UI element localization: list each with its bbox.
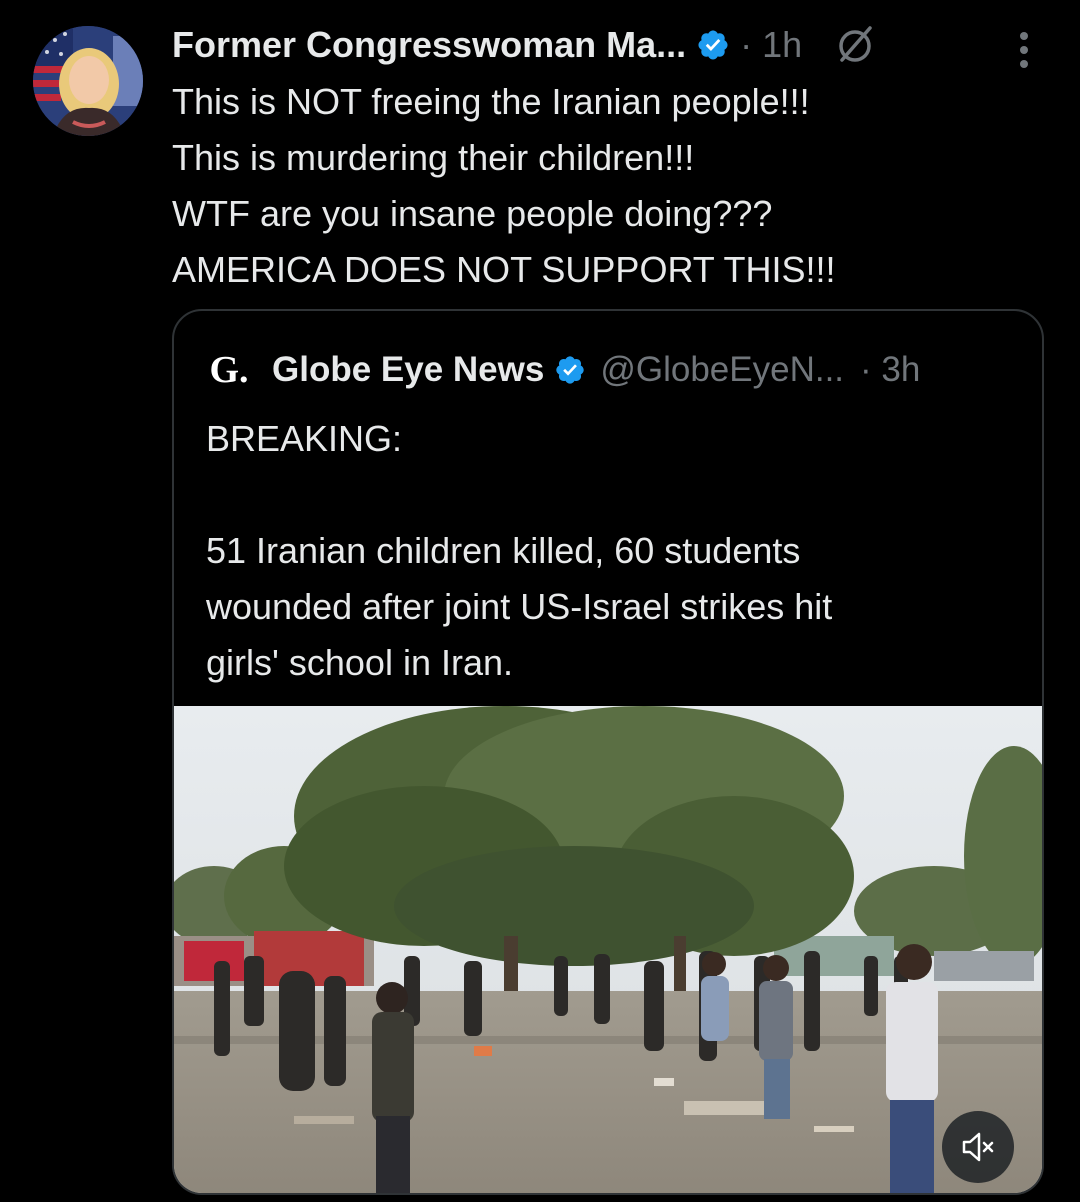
quoted-post-header: G. Globe Eye News @GlobeEyeN... · 3h	[206, 345, 1014, 395]
post-text-line: WTF are you insane people doing???	[172, 193, 773, 234]
quoted-avatar[interactable]: G.	[206, 347, 252, 393]
mute-button[interactable]	[942, 1111, 1014, 1183]
post-header: Former Congresswoman Ma... · 1h	[172, 20, 1040, 70]
display-name[interactable]: Former Congresswoman Ma...	[172, 24, 686, 66]
quoted-text-line: 51 Iranian children killed, 60 students	[206, 530, 801, 571]
quoted-text-line: girls' school in Iran.	[206, 642, 514, 683]
volume-muted-icon	[962, 1132, 994, 1162]
quoted-post[interactable]: G. Globe Eye News @GlobeEyeN... · 3h BRE…	[172, 309, 1044, 1195]
quoted-text: BREAKING: 51 Iranian children killed, 60…	[206, 411, 1026, 691]
post-text: This is NOT freeing the Iranian people!!…	[172, 74, 1032, 298]
quoted-handle[interactable]: @GlobeEyeN...	[600, 350, 844, 390]
quoted-text-line	[206, 467, 1026, 523]
avatar[interactable]	[33, 26, 143, 136]
grok-icon[interactable]	[834, 22, 880, 68]
quoted-display-name[interactable]: Globe Eye News	[272, 350, 544, 390]
post-time[interactable]: · 1h	[740, 24, 802, 66]
video-frame	[174, 706, 1042, 1193]
verified-badge-icon[interactable]	[696, 28, 730, 62]
video-player[interactable]	[174, 706, 1042, 1193]
post-text-line: This is NOT freeing the Iranian people!!…	[172, 81, 810, 122]
quoted-text-line: BREAKING:	[206, 418, 403, 459]
post-text-line: AMERICA DOES NOT SUPPORT THIS!!!	[172, 249, 836, 290]
post-text-line: This is murdering their children!!!	[172, 137, 695, 178]
quoted-text-line: wounded after joint US-Israel strikes hi…	[206, 586, 833, 627]
more-options-icon[interactable]	[1016, 30, 1032, 70]
verified-badge-icon[interactable]	[554, 354, 586, 386]
quoted-time[interactable]: · 3h	[860, 350, 920, 390]
